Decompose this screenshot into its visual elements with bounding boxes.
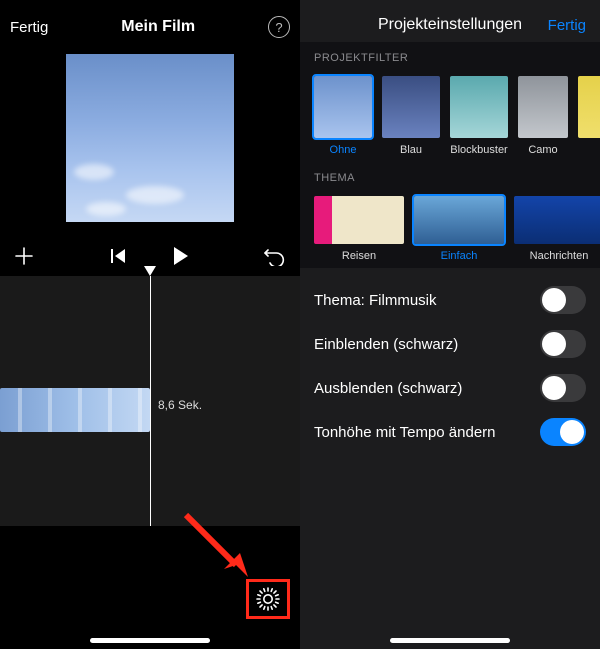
filter-label: Ohne <box>314 144 372 156</box>
filter-option-camo[interactable]: Camo <box>518 76 568 156</box>
theme-list[interactable]: Reisen Einfach Nachrichten <box>300 190 600 268</box>
settings-pane: Projekteinstellungen Fertig PROJEKTFILTE… <box>300 0 600 649</box>
filter-thumb <box>450 76 508 138</box>
video-clip[interactable] <box>0 388 150 432</box>
setting-row-theme-music: Thema: Filmmusik <box>314 278 586 322</box>
setting-label: Tonhöhe mit Tempo ändern <box>314 424 496 441</box>
playhead[interactable] <box>150 276 151 526</box>
done-button-left[interactable]: Fertig <box>10 19 48 36</box>
filter-label: Blockbuster <box>450 144 508 156</box>
toggle-pitch[interactable] <box>540 418 586 446</box>
clip-duration: 8,6 Sek. <box>158 398 202 412</box>
done-button-right[interactable]: Fertig <box>548 17 586 34</box>
play-button[interactable] <box>172 246 190 266</box>
theme-thumb <box>514 196 600 244</box>
filter-thumb <box>578 76 600 138</box>
filter-option-none[interactable]: Ohne <box>314 76 372 156</box>
filter-label: Blau <box>382 144 440 156</box>
help-button[interactable]: ? <box>268 16 290 38</box>
home-indicator[interactable] <box>390 638 510 643</box>
setting-label: Ausblenden (schwarz) <box>314 380 462 397</box>
timeline[interactable]: 8,6 Sek. <box>0 276 300 526</box>
filter-option-more[interactable] <box>578 76 600 156</box>
section-label-theme: THEMA <box>300 162 600 190</box>
filter-list[interactable]: Ohne Blau Blockbuster Camo <box>300 70 600 162</box>
theme-label: Einfach <box>414 250 504 262</box>
video-preview[interactable] <box>66 54 234 222</box>
filter-thumb <box>518 76 568 138</box>
setting-row-pitch: Tonhöhe mit Tempo ändern <box>314 410 586 454</box>
theme-thumb <box>414 196 504 244</box>
project-settings-button[interactable] <box>246 579 290 619</box>
home-indicator[interactable] <box>90 638 210 643</box>
undo-button[interactable] <box>264 246 286 266</box>
preview-area <box>0 54 300 222</box>
theme-option-simple[interactable]: Einfach <box>414 196 504 262</box>
setting-row-fade-out: Ausblenden (schwarz) <box>314 366 586 410</box>
setting-row-fade-in: Einblenden (schwarz) <box>314 322 586 366</box>
filter-thumb <box>314 76 372 138</box>
filter-option-blue[interactable]: Blau <box>382 76 440 156</box>
editor-header: Fertig Mein Film ? <box>0 0 300 44</box>
settings-title: Projekteinstellungen <box>378 16 522 34</box>
setting-label: Einblenden (schwarz) <box>314 336 458 353</box>
filter-thumb <box>382 76 440 138</box>
theme-option-travel[interactable]: Reisen <box>314 196 404 262</box>
toggle-fade-out[interactable] <box>540 374 586 402</box>
annotation-arrow-icon <box>178 507 258 587</box>
toggle-theme-music[interactable] <box>540 286 586 314</box>
theme-label: Reisen <box>314 250 404 262</box>
editor-pane: Fertig Mein Film ? <box>0 0 300 649</box>
playhead-marker-icon <box>144 266 156 276</box>
filter-option-blockbuster[interactable]: Blockbuster <box>450 76 508 156</box>
theme-thumb <box>314 196 404 244</box>
theme-option-news[interactable]: Nachrichten <box>514 196 600 262</box>
setting-label: Thema: Filmmusik <box>314 292 437 309</box>
settings-header: Projekteinstellungen Fertig <box>300 0 600 42</box>
theme-label: Nachrichten <box>514 250 600 262</box>
gear-icon <box>255 586 281 612</box>
jump-to-start-button[interactable] <box>110 248 128 264</box>
settings-list: Thema: Filmmusik Einblenden (schwarz) Au… <box>300 268 600 454</box>
add-media-button[interactable] <box>14 246 34 266</box>
project-title: Mein Film <box>121 18 195 36</box>
section-label-filter: PROJEKTFILTER <box>300 42 600 70</box>
toggle-fade-in[interactable] <box>540 330 586 358</box>
filter-label: Camo <box>518 144 568 156</box>
